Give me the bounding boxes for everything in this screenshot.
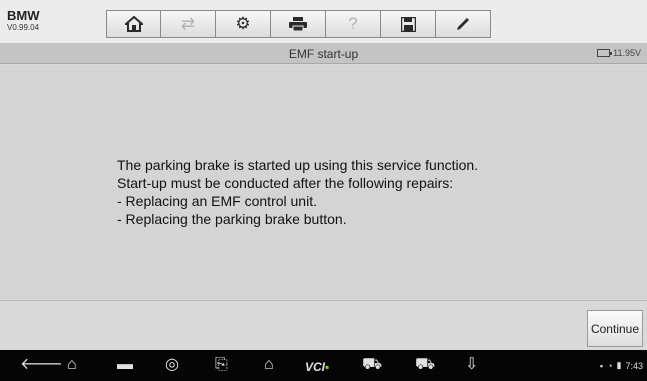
message-line: - Replacing an EMF control unit. xyxy=(117,193,317,209)
vehicle-swap-button[interactable]: ⇄ xyxy=(161,10,216,38)
settings-button[interactable]: ⚙ xyxy=(216,10,271,38)
battery-status-icon: ▮ xyxy=(616,360,622,370)
battery-voltage: 11.95V xyxy=(613,48,641,58)
edit-button[interactable] xyxy=(436,10,491,38)
instruction-message: The parking brake is started up using th… xyxy=(117,156,478,228)
vehicle-link-icon[interactable]: ⛟ xyxy=(415,356,435,374)
remote-desk-icon[interactable]: ⎘ xyxy=(215,356,228,374)
vehicle-swap-icon: ⇄ xyxy=(180,14,196,33)
home-icon xyxy=(124,16,143,32)
vci-icon[interactable]: VCI▪ xyxy=(305,358,329,376)
save-icon xyxy=(400,16,416,32)
battery-icon xyxy=(597,49,613,57)
system-nav-bar: 🡐 ⌂ ▬ ◎ ⎘ ⌂ VCI▪ ⛟ ⛟ ⇩ ▪ ◔ ▮ 7:43 xyxy=(0,350,647,381)
software-version: V0.99.04 xyxy=(7,23,40,32)
brand-block: BMW V0.99.04 xyxy=(7,9,40,32)
top-bar: BMW V0.99.04 ⇄ ⚙ ? xyxy=(0,0,647,43)
vehicle-icon[interactable]: ⛟ xyxy=(362,356,382,374)
scan-home-icon[interactable]: ⌂ xyxy=(264,356,274,374)
recent-apps-icon[interactable]: ▬ xyxy=(117,356,133,374)
message-line: - Replacing the parking brake button. xyxy=(117,211,347,227)
gear-icon: ⚙ xyxy=(235,14,251,33)
main-content: The parking brake is started up using th… xyxy=(0,65,647,300)
message-line: Start-up must be conducted after the fol… xyxy=(117,175,454,191)
help-icon: ? xyxy=(348,14,358,33)
update-icon[interactable]: ⇩ xyxy=(465,356,478,374)
printer-icon xyxy=(289,17,307,31)
notification-icon: ▪ xyxy=(599,360,604,371)
wifi-icon: ◔ xyxy=(607,360,613,371)
continue-button[interactable]: Continue xyxy=(587,310,643,347)
home-button[interactable] xyxy=(106,10,161,38)
message-line: The parking brake is started up using th… xyxy=(117,157,479,173)
status-area: ▪ ◔ ▮ 7:43 xyxy=(600,360,643,371)
toolbar: ⇄ ⚙ ? xyxy=(106,10,491,38)
browser-icon[interactable]: ◎ xyxy=(165,356,179,374)
print-button[interactable] xyxy=(271,10,326,38)
title-bar: EMF start-up 11.95V xyxy=(0,43,647,64)
help-button[interactable]: ? xyxy=(326,10,381,38)
pen-icon xyxy=(457,18,469,30)
battery-indicator: 11.95V xyxy=(597,48,641,58)
page-title: EMF start-up xyxy=(288,47,359,61)
save-button[interactable] xyxy=(381,10,436,38)
vehicle-make: BMW xyxy=(7,8,40,23)
back-icon[interactable]: 🡐 xyxy=(20,356,63,374)
action-bar: Continue xyxy=(0,300,647,350)
clock: 7:43 xyxy=(625,360,643,371)
home-nav-icon[interactable]: ⌂ xyxy=(67,356,77,374)
